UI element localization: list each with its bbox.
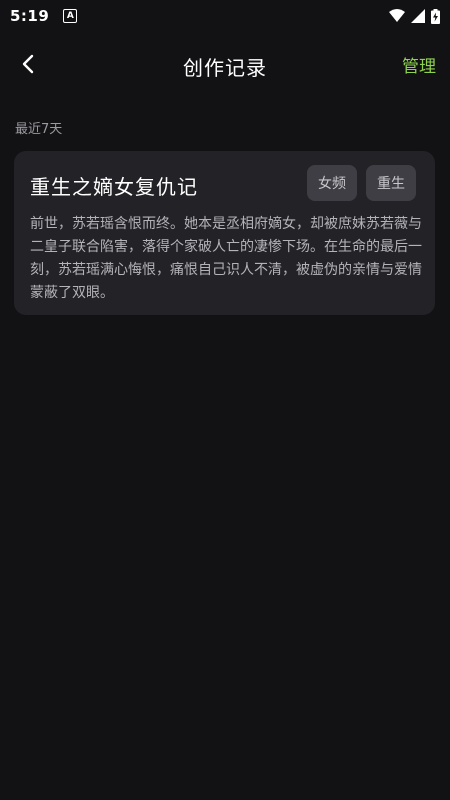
status-time: 5:19 xyxy=(10,7,50,25)
wifi-icon xyxy=(389,9,405,23)
battery-charging-icon xyxy=(431,8,440,24)
record-description: 前世，苏若瑶含恨而终。她本是丞相府嫡女，却被庶妹苏若薇与二皇子联合陷害，落得个家… xyxy=(30,216,422,301)
app-notification-icon: A xyxy=(63,9,78,23)
page-title: 创作记录 xyxy=(183,55,267,80)
record-title: 重生之嫡女复仇记 xyxy=(30,175,198,199)
record-card[interactable]: 重生之嫡女复仇记 女频 重生 前世，苏若瑶含恨而终。她本是丞相府嫡女，却被庶妹苏… xyxy=(14,151,435,315)
record-tag: 女频 xyxy=(307,165,357,201)
record-tag: 重生 xyxy=(366,165,416,201)
section-label-recent: 最近7天 xyxy=(15,122,63,137)
manage-button[interactable]: 管理 xyxy=(402,52,436,77)
signal-icon xyxy=(411,9,425,23)
status-icons xyxy=(389,8,440,24)
nav-bar: 创作记录 管理 xyxy=(0,40,450,92)
back-button[interactable] xyxy=(8,46,48,86)
chevron-left-icon xyxy=(21,54,35,78)
status-bar: 5:19 A xyxy=(0,0,450,32)
